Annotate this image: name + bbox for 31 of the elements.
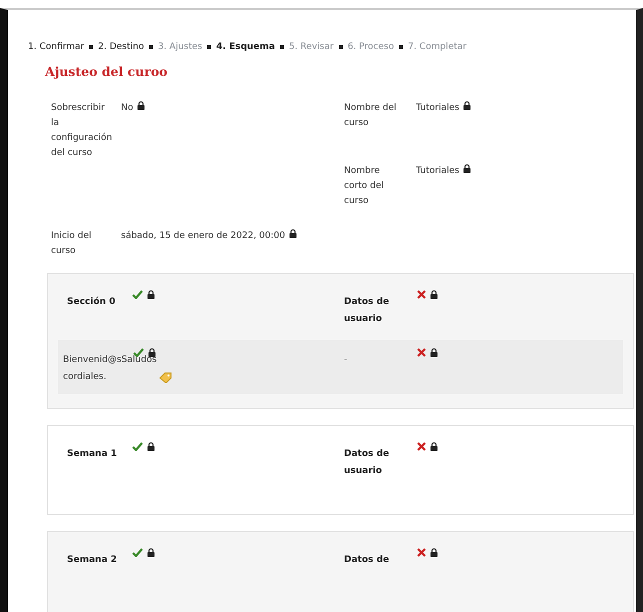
step-label: 5. Revisar	[288, 42, 334, 52]
separator-icon	[398, 45, 403, 49]
step-label: 6. Proceso	[348, 42, 394, 52]
setting-value: Tutoriales	[416, 102, 460, 115]
tag-icon	[158, 372, 172, 383]
section-title: Semana 2	[67, 555, 117, 565]
step-label: 7. Completar	[408, 42, 466, 52]
separator-icon	[89, 45, 94, 49]
user-data-label: Datos de usuario	[344, 448, 390, 478]
separator-icon	[207, 45, 212, 49]
setting-label: Nombre corto del curso	[344, 165, 385, 208]
separator-icon	[280, 45, 284, 49]
section-title: Semana 1	[67, 449, 117, 459]
setting-label: Nombre del curso	[344, 102, 398, 130]
step-label: 4. Esquema	[216, 42, 275, 52]
step-label: 2. Destino	[98, 42, 144, 52]
setting-value: Tutoriales	[416, 165, 460, 178]
setting-value: sábado, 15 de enero de 2022, 00:00	[121, 230, 286, 243]
user-data-value: -	[344, 354, 348, 367]
setting-value: No	[121, 102, 134, 115]
setting-label: Inicio del curso	[51, 230, 92, 258]
user-data-label: Datos de usuario	[344, 296, 390, 326]
setting-label: Sobrescribir la configuración del curso	[51, 102, 114, 160]
separator-icon	[338, 45, 343, 49]
user-data-label: Datos de	[344, 554, 390, 567]
activity-title: Bienvenid@sSaludos cordiales.	[63, 354, 157, 384]
section-title: Sección 0	[67, 297, 116, 307]
step-label: 3. Ajustes	[158, 42, 202, 52]
section-heading: Ajusteo del curoo	[45, 64, 169, 79]
separator-icon	[148, 45, 153, 49]
step-label: 1. Confirmar	[28, 42, 84, 52]
